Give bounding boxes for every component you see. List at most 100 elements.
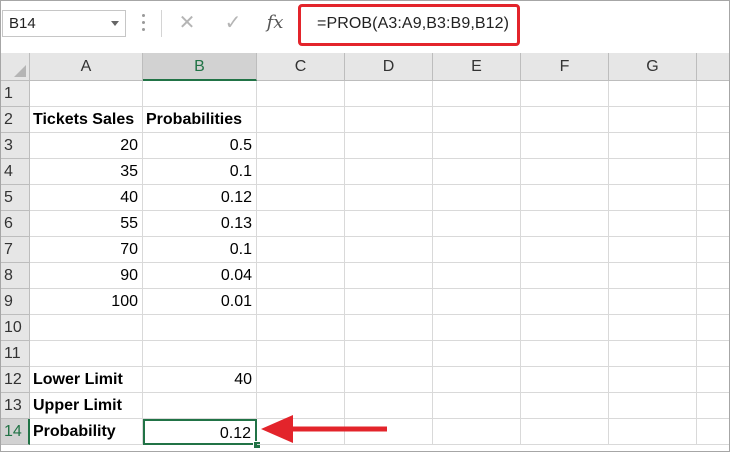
cell-d3[interactable] [345, 133, 433, 159]
cell-d8[interactable] [345, 263, 433, 289]
cell-f9[interactable] [521, 289, 609, 315]
cell-e1[interactable] [433, 81, 521, 107]
cell-b1[interactable] [143, 81, 257, 107]
cell-a6[interactable]: 55 [30, 211, 143, 237]
cell-e13[interactable] [433, 393, 521, 419]
cell-g13[interactable] [609, 393, 697, 419]
row-header-2[interactable]: 2 [1, 107, 30, 133]
cell-f5[interactable] [521, 185, 609, 211]
cell-e7[interactable] [433, 237, 521, 263]
empty-cell-filler[interactable] [697, 211, 729, 237]
cell-g14[interactable] [609, 419, 697, 445]
cell-a2[interactable]: Tickets Sales [30, 107, 143, 133]
cell-b8[interactable]: 0.04 [143, 263, 257, 289]
cell-f6[interactable] [521, 211, 609, 237]
insert-function-button[interactable]: fx [262, 12, 288, 34]
cell-e3[interactable] [433, 133, 521, 159]
cell-b10[interactable] [143, 315, 257, 341]
cell-d10[interactable] [345, 315, 433, 341]
cell-g12[interactable] [609, 367, 697, 393]
cell-b13[interactable] [143, 393, 257, 419]
cell-f7[interactable] [521, 237, 609, 263]
cell-g8[interactable] [609, 263, 697, 289]
row-header-12[interactable]: 12 [1, 367, 30, 393]
row-header-14[interactable]: 14 [1, 419, 30, 445]
row-header-11[interactable]: 11 [1, 341, 30, 367]
empty-cell-filler[interactable] [697, 263, 729, 289]
cell-b5[interactable]: 0.12 [143, 185, 257, 211]
row-header-6[interactable]: 6 [1, 211, 30, 237]
cell-f3[interactable] [521, 133, 609, 159]
cell-a5[interactable]: 40 [30, 185, 143, 211]
row-header-13[interactable]: 13 [1, 393, 30, 419]
cell-c11[interactable] [257, 341, 345, 367]
row-header-1[interactable]: 1 [1, 81, 30, 107]
cell-e11[interactable] [433, 341, 521, 367]
cell-c10[interactable] [257, 315, 345, 341]
cell-e2[interactable] [433, 107, 521, 133]
cell-g1[interactable] [609, 81, 697, 107]
cell-c3[interactable] [257, 133, 345, 159]
cell-d12[interactable] [345, 367, 433, 393]
cell-f2[interactable] [521, 107, 609, 133]
cell-c12[interactable] [257, 367, 345, 393]
column-header-e[interactable]: E [433, 53, 521, 81]
cell-f14[interactable] [521, 419, 609, 445]
chevron-down-icon[interactable] [111, 21, 119, 26]
empty-cell-filler[interactable] [697, 341, 729, 367]
row-header-8[interactable]: 8 [1, 263, 30, 289]
row-header-4[interactable]: 4 [1, 159, 30, 185]
cell-b12[interactable]: 40 [143, 367, 257, 393]
column-header-a[interactable]: A [30, 53, 143, 81]
cell-e6[interactable] [433, 211, 521, 237]
cell-e4[interactable] [433, 159, 521, 185]
cell-a10[interactable] [30, 315, 143, 341]
cancel-x-icon[interactable]: ✕ [174, 12, 200, 34]
formula-bar-resize-handle-icon[interactable] [142, 14, 146, 34]
cell-g6[interactable] [609, 211, 697, 237]
empty-cell-filler[interactable] [697, 133, 729, 159]
cell-g7[interactable] [609, 237, 697, 263]
cell-e9[interactable] [433, 289, 521, 315]
cell-d9[interactable] [345, 289, 433, 315]
cell-a9[interactable]: 100 [30, 289, 143, 315]
cell-c7[interactable] [257, 237, 345, 263]
cell-e8[interactable] [433, 263, 521, 289]
checkmark-icon[interactable]: ✓ [220, 12, 246, 34]
cell-f11[interactable] [521, 341, 609, 367]
empty-cell-filler[interactable] [697, 237, 729, 263]
cell-a3[interactable]: 20 [30, 133, 143, 159]
cell-e14[interactable] [433, 419, 521, 445]
cell-c5[interactable] [257, 185, 345, 211]
cell-a14[interactable]: Probability [30, 419, 143, 445]
cell-b7[interactable]: 0.1 [143, 237, 257, 263]
column-header-c[interactable]: C [257, 53, 345, 81]
empty-cell-filler[interactable] [697, 185, 729, 211]
cell-g5[interactable] [609, 185, 697, 211]
cell-c8[interactable] [257, 263, 345, 289]
cell-b6[interactable]: 0.13 [143, 211, 257, 237]
cell-f10[interactable] [521, 315, 609, 341]
empty-cell-filler[interactable] [697, 367, 729, 393]
empty-cell-filler[interactable] [697, 393, 729, 419]
cell-e12[interactable] [433, 367, 521, 393]
empty-cell-filler[interactable] [697, 159, 729, 185]
empty-cell-filler[interactable] [697, 81, 729, 107]
cell-a11[interactable] [30, 341, 143, 367]
select-all-corner[interactable] [1, 53, 30, 81]
cell-d11[interactable] [345, 341, 433, 367]
cell-b2[interactable]: Probabilities [143, 107, 257, 133]
cell-d2[interactable] [345, 107, 433, 133]
cell-a4[interactable]: 35 [30, 159, 143, 185]
cell-b3[interactable]: 0.5 [143, 133, 257, 159]
cell-e10[interactable] [433, 315, 521, 341]
row-header-3[interactable]: 3 [1, 133, 30, 159]
cell-d4[interactable] [345, 159, 433, 185]
empty-cell-filler[interactable] [697, 107, 729, 133]
cell-a12[interactable]: Lower Limit [30, 367, 143, 393]
cell-c2[interactable] [257, 107, 345, 133]
cell-f1[interactable] [521, 81, 609, 107]
row-header-7[interactable]: 7 [1, 237, 30, 263]
cell-g2[interactable] [609, 107, 697, 133]
cell-c6[interactable] [257, 211, 345, 237]
